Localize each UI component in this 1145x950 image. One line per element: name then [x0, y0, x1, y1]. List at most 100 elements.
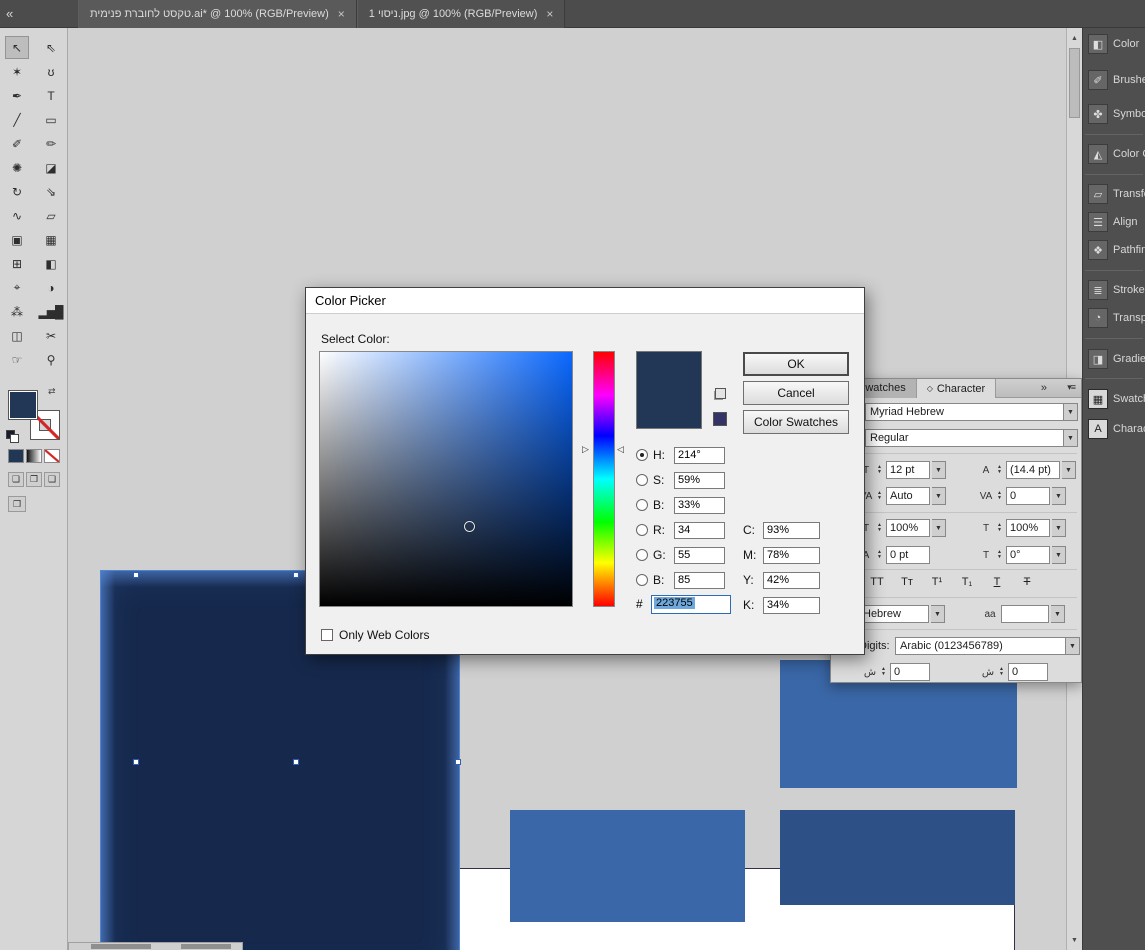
- slice-tool[interactable]: ✂: [39, 324, 63, 347]
- b2-field[interactable]: 85: [674, 571, 725, 589]
- dock-item-color[interactable]: ◧ Color: [1083, 30, 1145, 58]
- font-size-stepper[interactable]: ▲ ▼: [875, 465, 884, 475]
- selection-handle[interactable]: [133, 759, 139, 765]
- type-tool[interactable]: T: [39, 84, 63, 107]
- pen-tool[interactable]: ✒: [5, 84, 29, 107]
- cancel-button[interactable]: Cancel: [743, 381, 849, 405]
- r-field[interactable]: 34: [674, 521, 725, 539]
- scrollbar-thumb[interactable]: [1069, 48, 1080, 118]
- selection-handle[interactable]: [293, 759, 299, 765]
- c-field[interactable]: 93%: [763, 521, 820, 539]
- dock-item-pathfinder[interactable]: ❖ Pathfinder: [1083, 236, 1145, 264]
- panel-menu-icon[interactable]: ▾≡: [1067, 382, 1076, 393]
- line-tool[interactable]: ╱: [5, 108, 29, 131]
- collapse-panels-icon[interactable]: «: [6, 6, 13, 21]
- g-field[interactable]: 55: [674, 546, 725, 564]
- swap-fill-stroke-icon[interactable]: ⇄: [48, 386, 56, 397]
- hex-field[interactable]: 223755: [651, 594, 731, 614]
- strikethrough-button[interactable]: T: [1015, 573, 1039, 591]
- mesh-tool[interactable]: ⊞: [5, 252, 29, 275]
- dock-item-align[interactable]: ☰ Align: [1083, 208, 1145, 236]
- chevron-down-icon[interactable]: ▼: [1052, 519, 1066, 537]
- artboard-tool[interactable]: ◫: [5, 324, 29, 347]
- none-button[interactable]: [44, 449, 60, 463]
- collapse-panel-group-icon[interactable]: »: [1041, 382, 1047, 394]
- dock-item-transform[interactable]: ▱ Transform: [1083, 180, 1145, 208]
- default-fill-stroke-icon[interactable]: [6, 430, 20, 444]
- hue-slider-arrow-right[interactable]: ◁: [617, 444, 624, 455]
- symbol-sprayer-tool[interactable]: ⁂: [5, 300, 29, 323]
- scroll-down-icon[interactable]: ▼: [1067, 932, 1082, 948]
- chevron-down-icon[interactable]: ▼: [1062, 461, 1076, 479]
- document-tab-2[interactable]: 1 ניסוי.jpg @ 100% (RGB/Preview) ×: [356, 0, 566, 28]
- chevron-down-icon[interactable]: ▼: [931, 605, 945, 623]
- dock-item-brushes[interactable]: ✐ Brushes: [1083, 66, 1145, 94]
- saturation-brightness-field[interactable]: [319, 351, 573, 607]
- language-field[interactable]: Hebrew: [859, 605, 929, 623]
- dock-item-swatches[interactable]: ▦ Swatches: [1083, 385, 1145, 413]
- draw-behind-icon[interactable]: ❐: [26, 472, 42, 487]
- vertical-scale-field[interactable]: 100%: [1006, 519, 1050, 537]
- hue-slider[interactable]: [593, 351, 615, 607]
- b-radio[interactable]: [636, 499, 648, 511]
- tracking-stepper[interactable]: ▲ ▼: [995, 491, 1004, 501]
- horizontal-scale-stepper[interactable]: ▲ ▼: [875, 523, 884, 533]
- magic-wand-tool[interactable]: ✶: [5, 60, 29, 83]
- dialog-title-bar[interactable]: Color Picker: [306, 288, 864, 314]
- selection-handle[interactable]: [455, 759, 461, 765]
- selection-tool[interactable]: ↖: [4, 36, 29, 59]
- color-button[interactable]: [8, 449, 24, 463]
- m-field[interactable]: 78%: [763, 546, 820, 564]
- kashida-left-field[interactable]: 0: [890, 663, 930, 681]
- dock-item-gradient[interactable]: ◨ Gradient: [1083, 345, 1145, 373]
- kashida-right-field[interactable]: 0: [1008, 663, 1048, 681]
- all-caps-button[interactable]: TT: [865, 573, 889, 591]
- draw-normal-icon[interactable]: ❏: [8, 472, 24, 487]
- chevron-down-icon[interactable]: ▼: [932, 519, 946, 537]
- b-field[interactable]: 33%: [674, 496, 725, 514]
- kashida-left-stepper[interactable]: ▲ ▼: [879, 667, 888, 677]
- rotate-tool[interactable]: ↻: [5, 180, 29, 203]
- subscript-button[interactable]: T₁: [955, 573, 979, 591]
- character-rotation-stepper[interactable]: ▲ ▼: [995, 550, 1004, 560]
- blob-brush-tool[interactable]: ✺: [5, 156, 29, 179]
- perspective-grid-tool[interactable]: ▦: [39, 228, 63, 251]
- draw-inside-icon[interactable]: ❑: [44, 472, 60, 487]
- font-family-select[interactable]: Myriad Hebrew ▼: [865, 403, 1078, 421]
- digits-select[interactable]: Arabic (0123456789) ▼: [895, 637, 1080, 655]
- r-radio[interactable]: [636, 524, 648, 536]
- chevron-down-icon[interactable]: ▼: [932, 461, 946, 479]
- chevron-down-icon[interactable]: ▼: [1051, 605, 1065, 623]
- eyedropper-tool[interactable]: ⌖: [5, 276, 29, 299]
- selection-handle[interactable]: [133, 572, 139, 578]
- eraser-tool[interactable]: ◪: [39, 156, 63, 179]
- scrollbar-segment[interactable]: [181, 944, 231, 949]
- k-field[interactable]: 34%: [763, 596, 820, 614]
- baseline-shift-stepper[interactable]: ▲ ▼: [875, 550, 884, 560]
- dock-item-color-guide[interactable]: ◭ Color Guide: [1083, 140, 1145, 168]
- dock-item-character[interactable]: A Character: [1083, 415, 1145, 443]
- screen-mode-icon[interactable]: ❒: [8, 496, 26, 512]
- document-tab-1[interactable]: טקסט לחוברת פנימית.ai* @ 100% (RGB/Previ…: [78, 0, 357, 28]
- dock-item-transparency[interactable]: ◔ Transparency: [1083, 304, 1145, 332]
- kerning-field[interactable]: Auto: [886, 487, 930, 505]
- baseline-shift-field[interactable]: 0 pt: [886, 546, 930, 564]
- color-swatches-button[interactable]: Color Swatches: [743, 410, 849, 434]
- shape-builder-tool[interactable]: ▣: [5, 228, 29, 251]
- width-tool[interactable]: ∿: [5, 204, 29, 227]
- kerning-stepper[interactable]: ▲ ▼: [875, 491, 884, 501]
- y-field[interactable]: 42%: [763, 571, 820, 589]
- horizontal-scale-field[interactable]: 100%: [886, 519, 930, 537]
- tracking-field[interactable]: 0: [1006, 487, 1050, 505]
- color-marker[interactable]: [464, 521, 475, 532]
- dock-item-stroke[interactable]: ≣ Stroke: [1083, 276, 1145, 304]
- pencil-tool[interactable]: ✏: [39, 132, 63, 155]
- font-size-field[interactable]: 12 pt: [886, 461, 930, 479]
- scrollbar-thumb[interactable]: [91, 944, 151, 949]
- fill-color-swatch[interactable]: [8, 390, 38, 420]
- zoom-tool[interactable]: ⚲: [39, 348, 63, 371]
- s-radio[interactable]: [636, 474, 648, 486]
- scale-tool[interactable]: ⇘: [39, 180, 63, 203]
- hue-slider-arrow-left[interactable]: ▷: [582, 444, 589, 455]
- leading-stepper[interactable]: ▲ ▼: [995, 465, 1004, 475]
